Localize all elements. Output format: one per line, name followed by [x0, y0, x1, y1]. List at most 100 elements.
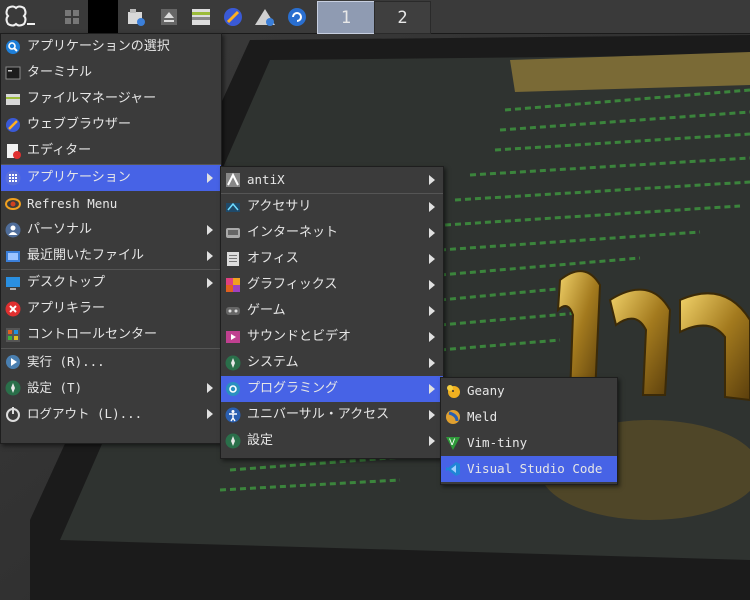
control-center-icon [5, 327, 21, 343]
launcher-eject[interactable] [155, 0, 183, 33]
main-menu-item-14[interactable]: ログアウト (L)... [1, 401, 221, 427]
submenu-arrow-icon [429, 254, 435, 264]
apps-menu-item-7[interactable]: システム [221, 350, 443, 376]
workspace-label: 1 [340, 7, 352, 28]
menu-item-label: ターミナル [27, 65, 93, 80]
programming-submenu: Geany Meld V Vim-tiny Visual Studio Code [440, 377, 618, 485]
main-menu-item-5[interactable]: アプリケーション [1, 165, 221, 191]
apps-menu-item-3[interactable]: オフィス [221, 246, 443, 272]
apps-menu-item-9[interactable]: ユニバーサル・アクセス [221, 402, 443, 428]
accessories-icon [225, 199, 241, 215]
menu-item-label: antiX [247, 172, 285, 187]
menu-item-label: Geany [467, 383, 505, 398]
main-menu-item-7[interactable]: パーソナル [1, 217, 221, 243]
menu-item-label: ユニバーサル・アクセス [247, 407, 390, 422]
launcher-update[interactable] [283, 0, 311, 33]
office-icon [225, 251, 241, 267]
submenu-arrow-icon [207, 278, 213, 288]
menu-item-label: Meld [467, 409, 498, 424]
apps-menu-item-10[interactable]: 設定 [221, 428, 443, 454]
system-icon [225, 355, 241, 371]
main-menu-item-0[interactable]: アプリケーションの選択 [1, 34, 221, 60]
app-select-icon [5, 39, 21, 55]
sound-video-icon [225, 329, 241, 345]
menu-item-label: アプリケーションの選択 [27, 39, 170, 54]
menu-item-label: Refresh Menu [27, 196, 118, 211]
launcher-browser[interactable] [219, 0, 247, 33]
prog-menu-item-3[interactable]: Visual Studio Code [441, 456, 617, 482]
start-menu-button[interactable] [0, 0, 42, 33]
main-menu-item-8[interactable]: 最近開いたファイル [1, 243, 221, 269]
launcher-mount[interactable] [251, 0, 279, 33]
main-menu-item-10[interactable]: アプリキラー [1, 296, 221, 322]
menu-item-label: インターネット [247, 225, 339, 240]
main-menu-item-2[interactable]: ファイルマネージャー [1, 86, 221, 112]
prog-menu-item-0[interactable]: Geany [441, 378, 617, 404]
games-icon [225, 303, 241, 319]
apps-menu-item-6[interactable]: サウンドとビデオ [221, 324, 443, 350]
terminal-icon [5, 65, 21, 81]
vim-icon: V [445, 435, 461, 451]
menu-item-label: ファイルマネージャー [27, 91, 157, 106]
prog-menu-item-1[interactable]: Meld [441, 404, 617, 430]
browser-icon [224, 7, 242, 26]
programming-icon [225, 381, 241, 397]
main-menu-item-6[interactable]: Refresh Menu [1, 191, 221, 217]
main-menu-item-11[interactable]: コントロールセンター [1, 322, 221, 348]
vscode-icon [445, 461, 461, 477]
launcher-file-manager[interactable] [122, 0, 150, 33]
desktop-icon [5, 275, 21, 291]
menu-item-label: オフィス [247, 251, 299, 266]
main-menu-item-12[interactable]: 実行 (R)... [1, 349, 221, 375]
web-browser-icon [5, 117, 21, 133]
recent-files-icon [5, 248, 21, 264]
apps-menu-item-8[interactable]: プログラミング [221, 376, 443, 402]
taskbar-blank-slot[interactable] [88, 0, 118, 33]
menu-item-label: パーソナル [27, 222, 93, 237]
mount-icon [255, 8, 275, 26]
svg-text:V: V [449, 438, 456, 448]
submenu-arrow-icon [429, 175, 435, 185]
menu-icon [5, 5, 35, 26]
menu-item-label: 実行 (R)... [27, 354, 105, 369]
submenu-arrow-icon [429, 280, 435, 290]
workspace-1-button[interactable]: 1 [317, 1, 375, 34]
prog-menu-item-2[interactable]: V Vim-tiny [441, 430, 617, 456]
menu-item-label: プログラミング [247, 381, 339, 396]
menu-item-label: サウンドとビデオ [247, 329, 352, 344]
apps-menu-item-0[interactable]: antiX [221, 167, 443, 193]
main-menu-item-13[interactable]: 設定 (T) [1, 375, 221, 401]
apps-menu-item-4[interactable]: グラフィックス [221, 272, 443, 298]
update-icon [288, 7, 306, 26]
antix-icon [225, 172, 241, 188]
main-menu: アプリケーションの選択 ターミナルファイルマネージャーウェブブラウザー エディターア… [0, 33, 222, 444]
run-icon [5, 354, 21, 370]
main-menu-item-3[interactable]: ウェブブラウザー [1, 112, 221, 138]
show-desktop-button[interactable] [58, 0, 86, 33]
apps-menu-item-1[interactable]: アクセサリ [221, 194, 443, 220]
file-manager-icon [5, 91, 21, 107]
launcher-screen[interactable] [187, 0, 215, 33]
main-menu-item-4[interactable]: エディター [1, 138, 221, 164]
workspace-2-button[interactable]: 2 [374, 1, 431, 34]
submenu-arrow-icon [429, 384, 435, 394]
apps-menu-item-2[interactable]: インターネット [221, 220, 443, 246]
menu-item-label: Vim-tiny [467, 435, 528, 450]
menu-item-label: グラフィックス [247, 277, 338, 292]
file-manager-icon [128, 8, 145, 26]
logout-icon [5, 406, 21, 422]
submenu-arrow-icon [429, 202, 435, 212]
settings-icon [5, 380, 21, 396]
menu-item-label: アプリケーション [27, 170, 131, 185]
applications-icon [5, 170, 21, 186]
geany-icon [445, 383, 461, 399]
submenu-arrow-icon [207, 383, 213, 393]
settings-icon [225, 433, 241, 449]
apps-menu-item-5[interactable]: ゲーム [221, 298, 443, 324]
submenu-arrow-icon [429, 410, 435, 420]
main-menu-item-9[interactable]: デスクトップ [1, 270, 221, 296]
main-menu-item-1[interactable]: ターミナル [1, 60, 221, 86]
menu-item-label: 最近開いたファイル [27, 248, 145, 263]
meld-icon [445, 409, 461, 425]
graphics-icon [225, 277, 241, 293]
